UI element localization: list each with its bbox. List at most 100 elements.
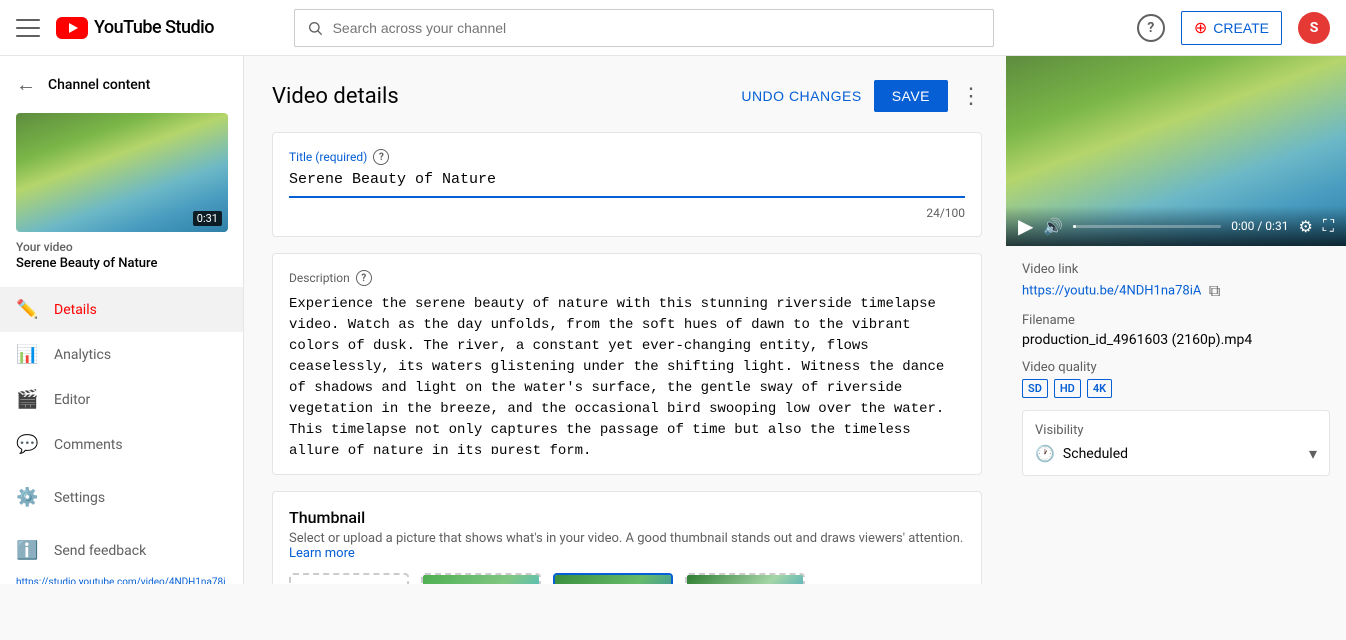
youtube-logo-icon xyxy=(56,17,88,39)
thumbnail-title: Thumbnail xyxy=(289,508,965,527)
filename-row: Filename production_id_4961603 (2160p).m… xyxy=(1022,313,1330,348)
thumbnail-option-2[interactable] xyxy=(553,573,673,584)
details-label: Details xyxy=(54,302,97,318)
feedback-label: Send feedback xyxy=(54,543,146,559)
video-meta: Video link https://youtu.be/4NDH1na78iA … xyxy=(1006,246,1346,398)
title-section: Title (required) ? Serene Beauty of Natu… xyxy=(272,132,982,237)
logo[interactable]: YouTube Studio xyxy=(56,17,214,39)
avatar[interactable]: S xyxy=(1298,12,1330,44)
comments-icon: 💬 xyxy=(16,434,38,455)
fullscreen-icon[interactable]: ⛶ xyxy=(1323,216,1334,236)
create-plus-icon: ⊕ xyxy=(1194,18,1207,38)
top-navigation: YouTube Studio ? ⊕ CREATE S xyxy=(0,0,1346,56)
copy-icon[interactable]: ⧉ xyxy=(1209,281,1220,300)
description-help-icon[interactable]: ? xyxy=(356,270,372,286)
time-display: 0:00 / 0:31 xyxy=(1231,219,1288,233)
settings-icon[interactable]: ⚙ xyxy=(1298,217,1312,236)
sidebar-video-title: Serene Beauty of Nature xyxy=(16,256,227,271)
main-content: Video details UNDO CHANGES SAVE ⋮ Title … xyxy=(244,56,1006,584)
search-input[interactable] xyxy=(333,20,981,36)
thumbnail-desc: Select or upload a picture that shows wh… xyxy=(289,531,965,561)
sidebar-item-analytics[interactable]: 📊 Analytics xyxy=(0,332,243,377)
sidebar-item-comments[interactable]: 💬 Comments xyxy=(0,422,243,467)
description-input[interactable]: Experience the serene beauty of nature w… xyxy=(289,294,965,454)
filename-label: Filename xyxy=(1022,313,1330,328)
play-icon[interactable]: ▶ xyxy=(1018,214,1033,238)
video-preview: ▶ 🔊 0:00 / 0:31 ⚙ ⛶ xyxy=(1006,56,1346,246)
comments-label: Comments xyxy=(54,437,123,453)
learn-more-link[interactable]: Learn more xyxy=(289,546,355,561)
editor-icon: 🎬 xyxy=(16,389,38,410)
progress-fill xyxy=(1073,225,1076,228)
sidebar-item-settings[interactable]: ⚙️ Settings xyxy=(0,475,243,520)
thumbnail-upload-option[interactable]: ＋ xyxy=(289,573,409,584)
quality-row: Video quality SD HD 4K xyxy=(1022,360,1330,398)
title-field-wrap: Serene Beauty of Nature xyxy=(289,171,965,198)
video-duration-badge: 0:31 xyxy=(193,211,222,226)
video-thumb-image: 0:31 xyxy=(16,113,228,232)
description-section: Description ? Experience the serene beau… xyxy=(272,253,982,475)
quality-label: Video quality xyxy=(1022,360,1330,375)
page-header: Video details UNDO CHANGES SAVE ⋮ xyxy=(272,80,982,112)
analytics-label: Analytics xyxy=(54,347,111,363)
more-options-button[interactable]: ⋮ xyxy=(960,83,982,109)
visibility-section[interactable]: Visibility 🕐 Scheduled ▾ xyxy=(1022,410,1330,476)
video-link-row: Video link https://youtu.be/4NDH1na78iA … xyxy=(1022,262,1330,301)
volume-icon[interactable]: 🔊 xyxy=(1043,217,1063,236)
page-title: Video details xyxy=(272,84,399,109)
video-link[interactable]: https://youtu.be/4NDH1na78iA xyxy=(1022,284,1201,299)
help-icon[interactable]: ? xyxy=(1137,14,1165,42)
sidebar-item-details[interactable]: ✏️ Details xyxy=(0,287,243,332)
quality-badges: SD HD 4K xyxy=(1022,379,1330,398)
pencil-icon: ✏️ xyxy=(16,299,38,320)
studio-label: YouTube Studio xyxy=(94,17,214,38)
title-input[interactable]: Serene Beauty of Nature xyxy=(289,171,965,188)
main-layout: ← Channel content 0:31 Your video Serene… xyxy=(0,56,1346,584)
title-help-icon[interactable]: ? xyxy=(373,149,389,165)
back-button[interactable]: ← Channel content xyxy=(0,56,243,113)
url-bar: https://studio.youtube.com/video/4NDH1na… xyxy=(0,573,243,584)
analytics-icon: 📊 xyxy=(16,344,38,365)
back-label: Channel content xyxy=(48,77,150,93)
create-label: CREATE xyxy=(1213,20,1269,36)
clock-icon: 🕐 xyxy=(1035,444,1055,463)
save-button[interactable]: SAVE xyxy=(874,80,948,112)
quality-badge-hd: HD xyxy=(1054,379,1081,398)
sidebar: ← Channel content 0:31 Your video Serene… xyxy=(0,56,244,584)
sidebar-item-editor[interactable]: 🎬 Editor xyxy=(0,377,243,422)
feedback-icon: ℹ️ xyxy=(16,540,38,561)
quality-badge-4k: 4K xyxy=(1087,379,1112,398)
sidebar-item-feedback[interactable]: ℹ️ Send feedback xyxy=(0,528,243,573)
title-char-count: 24/100 xyxy=(289,206,965,220)
thumbnail-options: ＋ ‹ › xyxy=(289,573,965,584)
nav-right: ? ⊕ CREATE S xyxy=(1137,11,1330,45)
video-link-value: https://youtu.be/4NDH1na78iA ⧉ xyxy=(1022,281,1330,301)
filename-value: production_id_4961603 (2160p).mp4 xyxy=(1022,332,1330,348)
thumbnail-option-1[interactable] xyxy=(421,573,541,584)
settings-gear-icon: ⚙️ xyxy=(16,487,38,508)
search-icon xyxy=(307,20,323,36)
undo-changes-button[interactable]: UNDO CHANGES xyxy=(741,88,861,104)
description-label: Description ? xyxy=(289,270,965,286)
create-button[interactable]: ⊕ CREATE xyxy=(1181,11,1282,45)
progress-bar[interactable] xyxy=(1073,225,1221,228)
visibility-label: Visibility xyxy=(1035,423,1317,438)
thumbnail-option-3[interactable] xyxy=(685,573,805,584)
chevron-down-icon: ▾ xyxy=(1309,444,1317,463)
back-arrow-icon: ← xyxy=(16,72,36,97)
visibility-value: 🕐 Scheduled ▾ xyxy=(1035,444,1317,463)
video-link-label: Video link xyxy=(1022,262,1330,277)
header-actions: UNDO CHANGES SAVE ⋮ xyxy=(741,80,982,112)
title-field-label: Title (required) ? xyxy=(289,149,965,165)
thumbnail-section: Thumbnail Select or upload a picture tha… xyxy=(272,491,982,584)
thumbnail-nav: ‹ › xyxy=(817,573,833,584)
visibility-status: Scheduled xyxy=(1063,446,1128,462)
right-panel: ▶ 🔊 0:00 / 0:31 ⚙ ⛶ Video link https://y… xyxy=(1006,56,1346,584)
your-video-label: Your video xyxy=(16,240,227,254)
sidebar-video-thumbnail: 0:31 xyxy=(16,113,227,232)
editor-label: Editor xyxy=(54,392,90,408)
search-area xyxy=(294,9,994,47)
preview-controls: ▶ 🔊 0:00 / 0:31 ⚙ ⛶ xyxy=(1006,206,1346,246)
hamburger-menu-icon[interactable] xyxy=(16,16,40,40)
sidebar-video-info: Your video Serene Beauty of Nature xyxy=(0,232,243,279)
